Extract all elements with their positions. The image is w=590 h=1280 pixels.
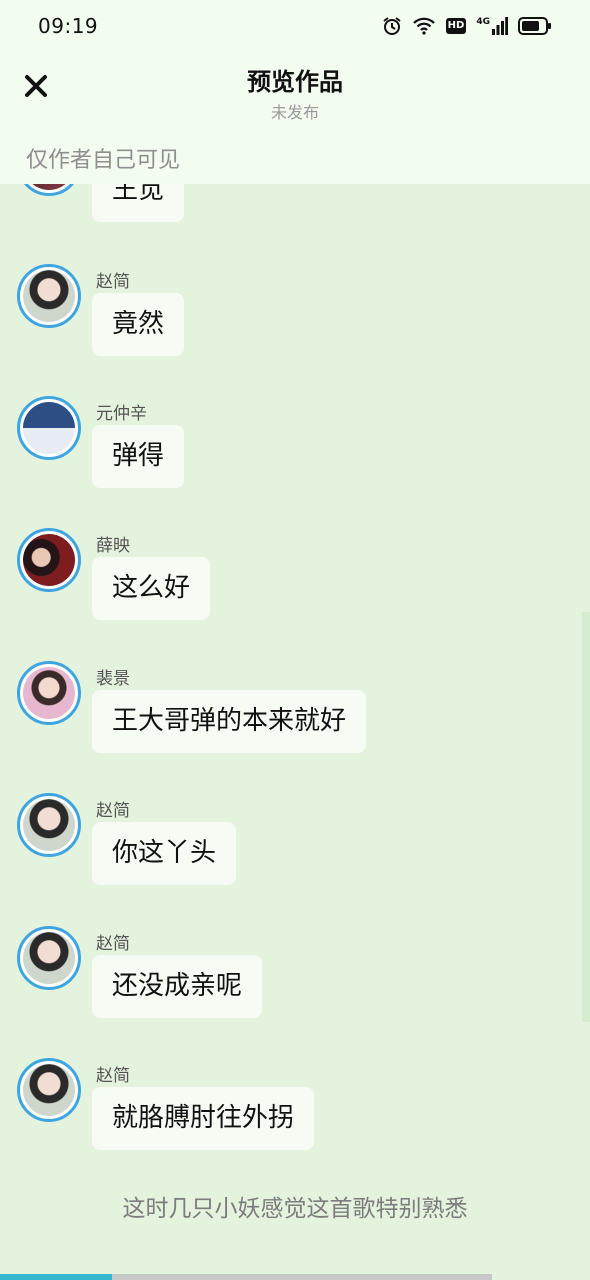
chat-message: 裴景 王大哥弹的本来就好 <box>0 659 590 759</box>
status-icons: HD 4G <box>382 16 552 36</box>
message-bubble[interactable]: 竟然 <box>92 293 185 356</box>
sender-name: 赵简 <box>96 1066 130 1086</box>
avatar-zhaojian[interactable] <box>17 793 81 857</box>
message-text: 王大哥弹的本来就好 <box>112 706 347 736</box>
avatar-partial[interactable] <box>17 184 81 196</box>
sender-name: 赵简 <box>96 272 130 292</box>
message-bubble[interactable]: 你这丫头 <box>92 822 237 885</box>
sender-name: 元仲辛 <box>96 404 147 424</box>
status-bar: 09:19 HD 4G <box>0 0 590 52</box>
message-bubble[interactable]: 就胳膊肘往外拐 <box>92 1087 315 1150</box>
header: 预览作品 未发布 仅作者自己可见 <box>0 52 590 184</box>
wifi-icon <box>412 16 436 36</box>
hd-icon: HD <box>445 18 467 34</box>
message-text: 竟然 <box>112 309 165 339</box>
reading-progress <box>0 1274 590 1280</box>
progress-remaining <box>112 1274 492 1280</box>
chat-message: 元仲辛 弹得 <box>0 394 590 494</box>
message-text: 这么好 <box>112 573 191 603</box>
avatar-xueying[interactable] <box>17 528 81 592</box>
chat-message: 薛映 这么好 <box>0 526 590 626</box>
chat-list[interactable]: 王觅 赵简 竟然 元仲辛 弹得 薛映 这么好 裴景 王大哥弹的本来就好 赵简 你… <box>0 184 590 1276</box>
chat-message: 赵简 竟然 <box>0 262 590 362</box>
page-title: 预览作品 <box>247 68 343 96</box>
avatar-zhaojian[interactable] <box>17 1058 81 1122</box>
network-type-label: 4G <box>476 17 490 27</box>
narration-text: 这时几只小妖感觉这首歌特别熟悉 <box>122 1196 468 1222</box>
scrollbar[interactable] <box>582 612 590 1022</box>
battery-icon <box>518 17 552 35</box>
message-text: 王觅 <box>112 184 165 205</box>
alarm-icon <box>382 16 402 36</box>
page-subtitle: 未发布 <box>270 103 319 122</box>
sender-name: 赵简 <box>96 801 130 821</box>
chat-message: 赵简 你这丫头 <box>0 791 590 891</box>
visibility-note: 仅作者自己可见 <box>26 148 181 173</box>
avatar-zhaojian[interactable] <box>17 926 81 990</box>
message-text: 你这丫头 <box>112 838 217 868</box>
progress-filled <box>0 1274 112 1280</box>
message-bubble[interactable]: 还没成亲呢 <box>92 955 263 1018</box>
avatar-zhaojian[interactable] <box>17 264 81 328</box>
message-bubble[interactable]: 王觅 <box>92 184 185 222</box>
chat-message: 赵简 还没成亲呢 <box>0 924 590 1024</box>
message-bubble[interactable]: 弹得 <box>92 425 185 488</box>
message-text: 弹得 <box>112 441 165 471</box>
message-bubble[interactable]: 这么好 <box>92 557 211 620</box>
avatar-peijing[interactable] <box>17 661 81 725</box>
sender-name: 赵简 <box>96 934 130 954</box>
avatar-yuanzhongxin[interactable] <box>17 396 81 460</box>
message-text: 还没成亲呢 <box>112 971 243 1001</box>
status-time: 09:19 <box>38 14 99 38</box>
message-bubble[interactable]: 王大哥弹的本来就好 <box>92 690 367 753</box>
sender-name: 裴景 <box>96 669 130 689</box>
sender-name: 薛映 <box>96 536 130 556</box>
chat-message: 王觅 <box>0 184 590 224</box>
chat-message: 赵简 就胳膊肘往外拐 <box>0 1056 590 1156</box>
4g-signal-icon: 4G <box>476 17 508 35</box>
app-screen: 09:19 HD 4G 预览作品 未发布 仅作者自己可见 王觅 赵简 竟然 元仲… <box>0 0 590 1280</box>
message-text: 就胳膊肘往外拐 <box>112 1103 295 1133</box>
